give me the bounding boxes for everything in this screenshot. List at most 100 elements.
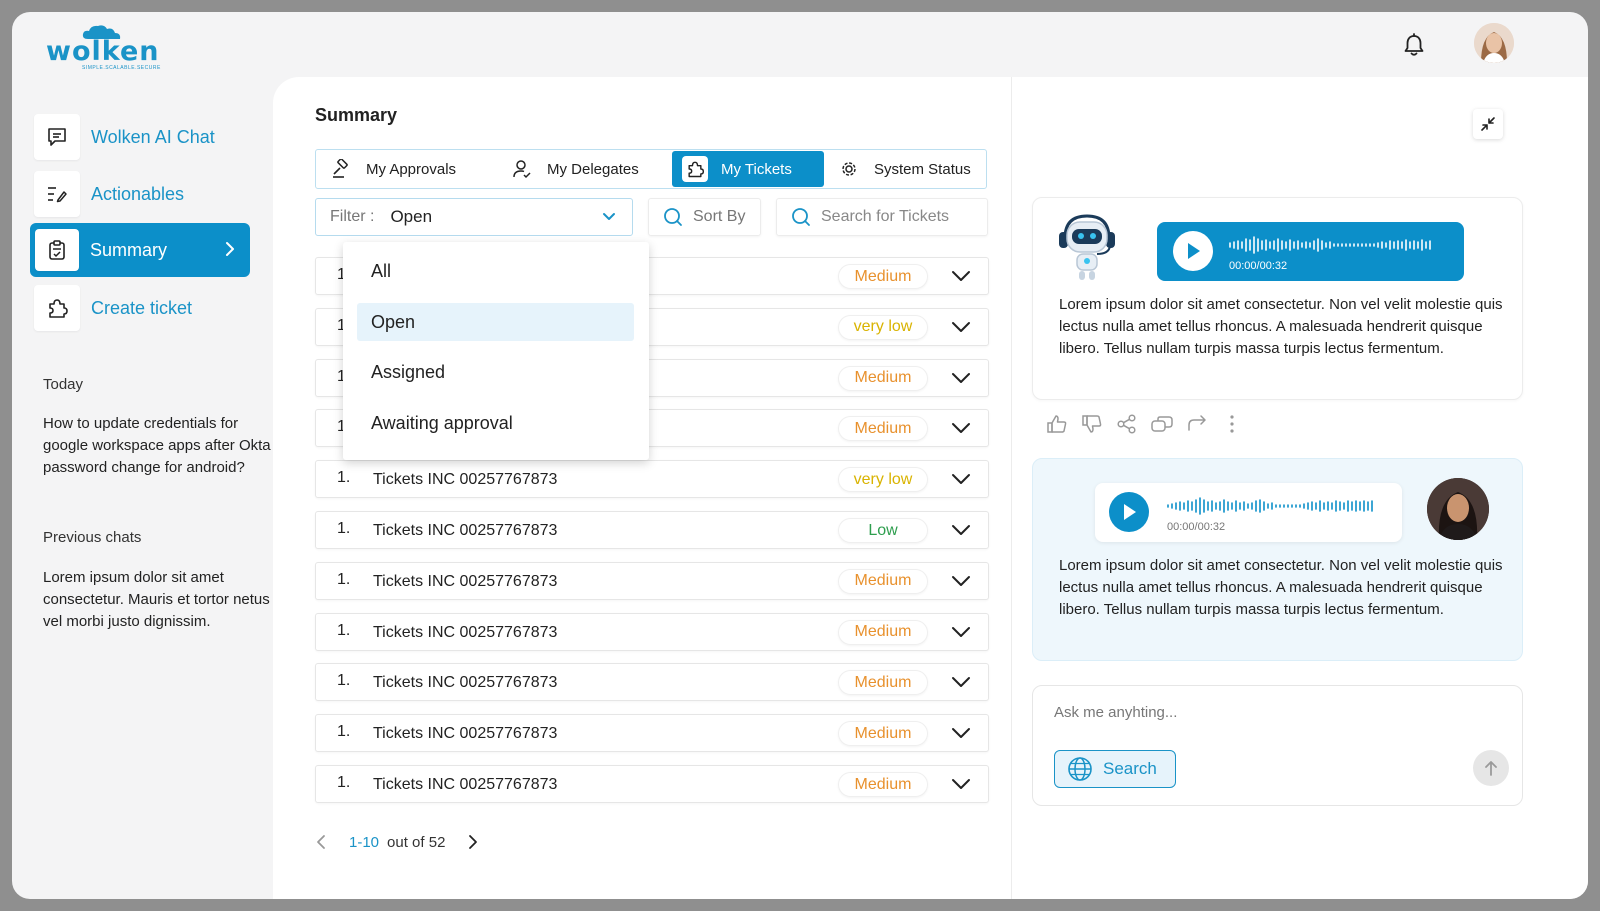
more-icon bbox=[1230, 415, 1234, 433]
tab-my-tickets[interactable]: My Tickets bbox=[672, 151, 824, 187]
bot-message-text: Lorem ipsum dolor sit amet consectetur. … bbox=[1059, 296, 1503, 357]
ticket-name: Tickets INC 00257767873 bbox=[373, 725, 558, 743]
puzzle-icon bbox=[688, 161, 705, 178]
today-heading: Today bbox=[43, 376, 84, 393]
ticket-row[interactable]: 1. Tickets INC 00257767873 very low bbox=[315, 460, 989, 499]
send-button[interactable] bbox=[1473, 750, 1509, 786]
share-icon bbox=[1117, 414, 1136, 434]
sidebar-item-label: Create ticket bbox=[91, 297, 193, 318]
ticket-row[interactable]: 1. Tickets INC 00257767873 Medium bbox=[315, 612, 989, 651]
play-button[interactable] bbox=[1109, 492, 1149, 532]
priority-badge: Medium bbox=[838, 264, 928, 289]
ticket-row[interactable]: 1. Tickets INC 00257767873 Medium bbox=[315, 765, 989, 803]
arrow-up-icon bbox=[1485, 761, 1497, 776]
play-icon bbox=[1188, 243, 1200, 259]
filter-option-open[interactable]: Open bbox=[357, 303, 634, 341]
ticket-row[interactable]: 1. Tickets INC 00257767873 Low bbox=[315, 511, 989, 549]
tab-system-status[interactable]: System Status bbox=[836, 151, 986, 187]
chat-history-item[interactable]: Lorem ipsum dolor sit amet consectetur. … bbox=[43, 567, 273, 633]
pagination-range: 1-10 bbox=[349, 833, 380, 851]
sidebar-item-label: Wolken AI Chat bbox=[91, 126, 215, 147]
panel-divider bbox=[1011, 77, 1012, 899]
ticket-row[interactable]: 1. Tickets INC 00257767873 Medium bbox=[315, 663, 989, 702]
share-button[interactable] bbox=[1115, 412, 1139, 436]
tab-icon-box bbox=[509, 156, 535, 182]
chevron-down-icon[interactable] bbox=[951, 270, 971, 282]
filter-option-all[interactable]: All bbox=[357, 252, 634, 290]
summary-tabs: My Approvals My Delegates My Tickets Sys… bbox=[315, 149, 987, 189]
filter-label: Filter : bbox=[330, 208, 375, 225]
pagination: 1-10 out of 52 bbox=[315, 832, 479, 852]
audio-duration: 00:00/00:32 bbox=[1229, 260, 1288, 272]
chevron-down-icon[interactable] bbox=[951, 575, 971, 587]
audio-duration: 00:00/00:32 bbox=[1167, 521, 1226, 533]
copy-button[interactable] bbox=[1150, 412, 1174, 436]
priority-badge: very low bbox=[838, 467, 928, 493]
more-button[interactable] bbox=[1220, 412, 1244, 436]
collapse-button[interactable] bbox=[1473, 109, 1503, 139]
sidebar-item-wolken-ai-chat[interactable]: Wolken AI Chat bbox=[30, 110, 250, 164]
wolken-logo[interactable]: wolken SIMPLE.SCALABLE.SECURE bbox=[46, 22, 186, 72]
sidebar-item-summary[interactable]: Summary bbox=[30, 223, 250, 277]
tab-icon-box bbox=[328, 156, 354, 182]
chevron-right-icon[interactable] bbox=[467, 833, 479, 851]
chevron-left-icon[interactable] bbox=[315, 833, 327, 851]
chevron-right-icon bbox=[226, 242, 234, 256]
puzzle-icon bbox=[49, 299, 68, 318]
chevron-down-icon[interactable] bbox=[951, 422, 971, 434]
ticket-name: Tickets INC 00257767873 bbox=[373, 572, 558, 590]
chevron-down-icon[interactable] bbox=[951, 778, 971, 790]
chevron-down-icon[interactable] bbox=[951, 473, 971, 485]
sort-by-button[interactable]: Sort By bbox=[648, 198, 761, 236]
ticket-search-input[interactable] bbox=[821, 208, 981, 226]
tab-label: My Approvals bbox=[366, 160, 457, 178]
chevron-down-icon[interactable] bbox=[951, 676, 971, 688]
ticket-name: Tickets INC 00257767873 bbox=[373, 522, 558, 539]
ticket-number: 1. bbox=[337, 621, 351, 639]
ticket-name: Tickets INC 00257767873 bbox=[373, 471, 558, 489]
tab-label: System Status bbox=[874, 160, 971, 178]
chevron-down-icon[interactable] bbox=[951, 524, 971, 536]
notification-button[interactable] bbox=[1399, 30, 1429, 60]
minimize-icon bbox=[1481, 117, 1495, 131]
chevron-down-icon[interactable] bbox=[951, 626, 971, 638]
thumbs-up-icon bbox=[1047, 415, 1067, 433]
bot-message: 00:00/00:32 Lorem ipsum dolor sit amet c… bbox=[1032, 197, 1523, 400]
bot-audio-player[interactable]: 00:00/00:32 bbox=[1157, 222, 1464, 281]
chevron-down-icon[interactable] bbox=[951, 727, 971, 739]
dislike-button[interactable] bbox=[1080, 412, 1104, 436]
tab-my-delegates[interactable]: My Delegates bbox=[509, 151, 669, 187]
chevron-down-icon[interactable] bbox=[951, 321, 971, 333]
main-panel: Summary My Approvals My Delegates My Tic… bbox=[273, 77, 1588, 899]
sort-by-label: Sort By bbox=[693, 208, 746, 225]
nav-icon-box bbox=[34, 285, 80, 331]
ticket-number: 1. bbox=[337, 469, 351, 487]
avatar-image bbox=[1474, 23, 1514, 63]
tab-my-approvals[interactable]: My Approvals bbox=[328, 151, 496, 187]
tab-label: My Tickets bbox=[721, 160, 792, 178]
sidebar-item-label: Actionables bbox=[91, 183, 185, 204]
filter-option-assigned[interactable]: Assigned bbox=[357, 353, 634, 391]
user-message-text: Lorem ipsum dolor sit amet consectetur. … bbox=[1059, 557, 1503, 618]
sidebar-item-label: Summary bbox=[90, 239, 168, 260]
play-button[interactable] bbox=[1173, 231, 1213, 271]
ticket-row[interactable]: 1. Tickets INC 00257767873 Medium bbox=[315, 561, 989, 600]
chat-input[interactable] bbox=[1054, 704, 1474, 721]
filter-option-awaiting-approval[interactable]: Awaiting approval bbox=[357, 404, 634, 442]
ticket-row[interactable]: 1. Tickets INC 00257767873 Medium bbox=[315, 714, 989, 753]
previous-chats-heading: Previous chats bbox=[43, 529, 142, 546]
like-button[interactable] bbox=[1045, 412, 1069, 436]
web-search-button[interactable]: Search bbox=[1054, 750, 1176, 788]
chevron-down-icon[interactable] bbox=[951, 372, 971, 384]
sidebar-item-actionables[interactable]: Actionables bbox=[30, 167, 250, 221]
filter-select[interactable]: Filter : Open bbox=[315, 198, 633, 236]
regenerate-button[interactable] bbox=[1185, 412, 1209, 436]
sidebar-item-create-ticket[interactable]: Create ticket bbox=[30, 281, 250, 335]
user-avatar bbox=[1427, 478, 1489, 540]
app-window: wolken SIMPLE.SCALABLE.SECURE Wolken AI … bbox=[12, 12, 1588, 899]
chat-history-item[interactable]: How to update credentials for google wor… bbox=[43, 413, 273, 479]
tab-icon-box bbox=[682, 156, 708, 182]
profile-avatar[interactable] bbox=[1474, 23, 1514, 63]
user-audio-player[interactable]: 00:00/00:32 bbox=[1095, 483, 1402, 542]
priority-badge: Medium bbox=[838, 568, 928, 594]
